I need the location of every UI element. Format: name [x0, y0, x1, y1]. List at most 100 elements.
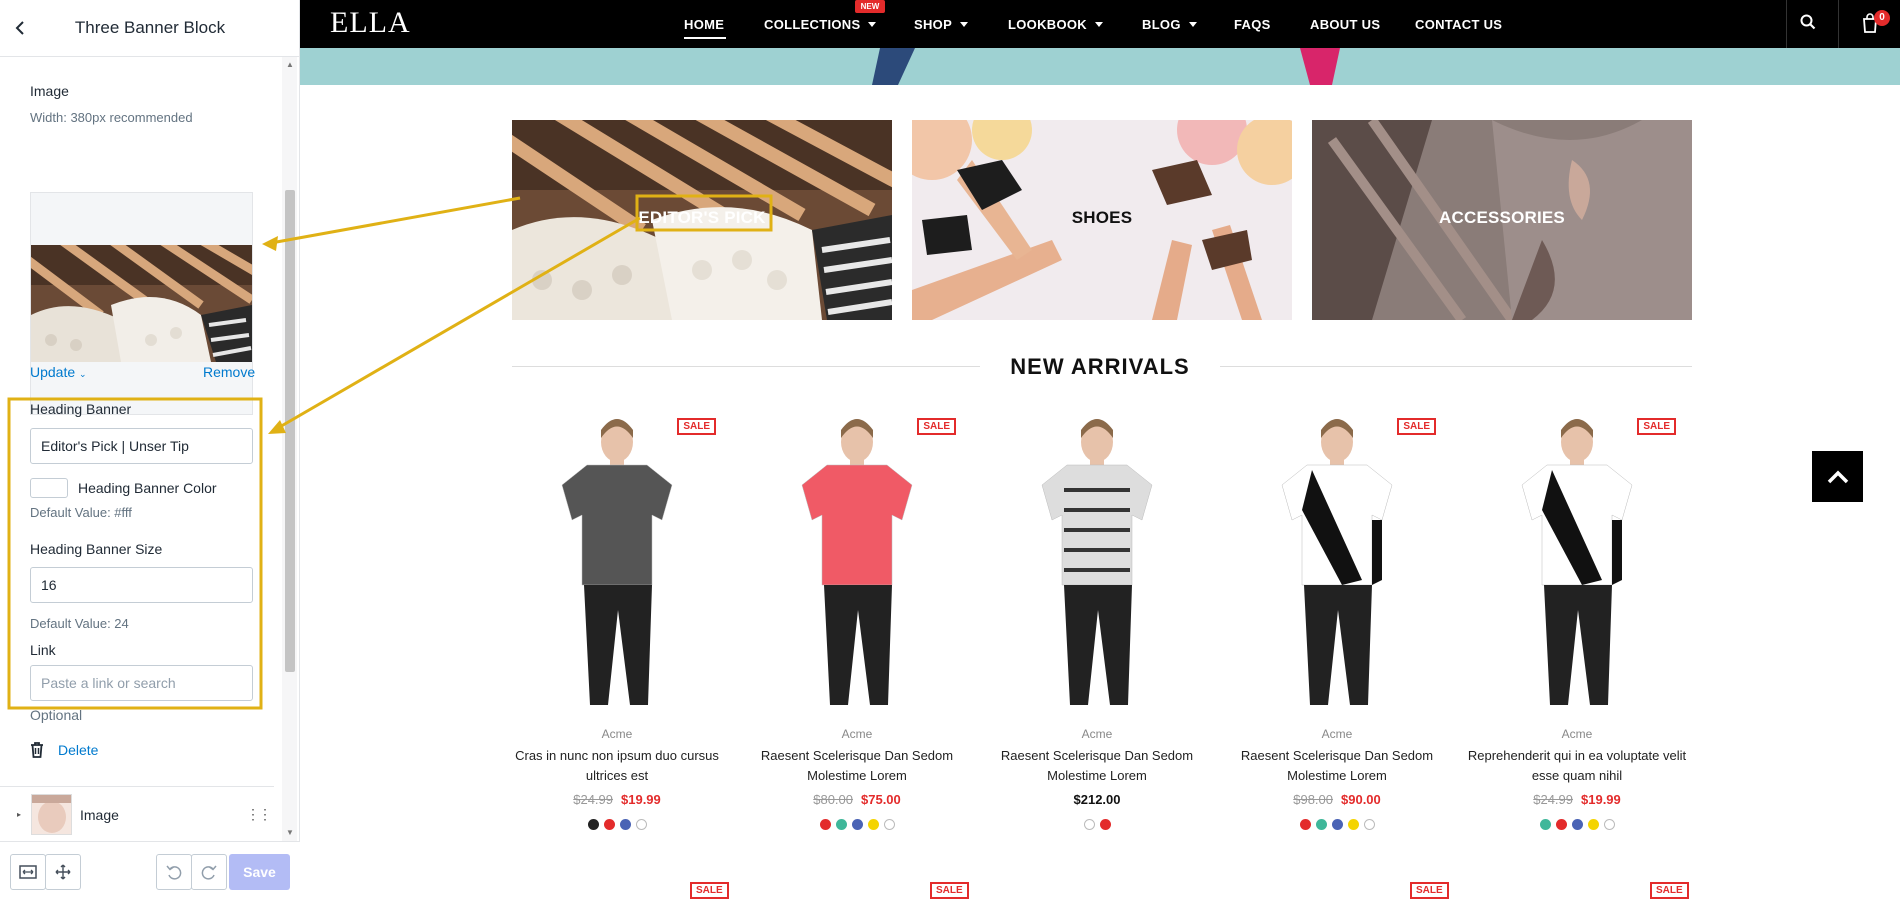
color-swatch[interactable]: [1571, 819, 1583, 830]
color-swatch[interactable]: [835, 819, 847, 830]
compare-price: $24.99: [573, 792, 613, 807]
product-card[interactable]: SALE Acme Reprehenderit qui in ea voluptat…: [1468, 410, 1686, 840]
banner-editors-pick[interactable]: EDITOR'S PICK: [512, 120, 892, 320]
product-title[interactable]: Reprehenderit qui in ea voluptate velit …: [1466, 746, 1688, 786]
panel-scrollbar[interactable]: ▲ ▼: [282, 57, 297, 841]
caret-down-icon: [1188, 22, 1197, 27]
color-swatch[interactable]: [1315, 819, 1327, 830]
color-swatch[interactable]: [883, 819, 895, 830]
product-card[interactable]: SALE Acme Raesent Scelerisque Dan Sedom Mo…: [1232, 410, 1442, 840]
nav-blog-label: BLOG: [1142, 17, 1181, 32]
back-to-top-button[interactable]: [1812, 451, 1863, 502]
search-icon[interactable]: [1800, 14, 1816, 35]
nav-divider: [1838, 0, 1839, 48]
remove-image-button[interactable]: Remove: [203, 364, 255, 380]
heading-size-label: Heading Banner Size: [30, 541, 163, 557]
banner-label: EDITOR'S PICK: [638, 208, 766, 227]
product-image[interactable]: [992, 410, 1202, 710]
update-image-button[interactable]: Update ⌄: [30, 364, 87, 380]
image-thumbnail: [31, 245, 252, 362]
product-image[interactable]: [1472, 410, 1682, 710]
back-button[interactable]: [0, 0, 40, 57]
section-title: NEW ARRIVALS: [1010, 354, 1190, 379]
heading-banner-color-swatch[interactable]: [30, 478, 68, 498]
image-preview[interactable]: [30, 192, 253, 415]
product-title[interactable]: Raesent Scelerisque Dan Sedom Molestime …: [746, 746, 968, 786]
drag-handle-icon[interactable]: ⋮⋮: [246, 806, 272, 823]
sale-badge: SALE: [1650, 882, 1689, 899]
inspector-button[interactable]: [45, 854, 81, 890]
color-swatch[interactable]: [603, 819, 615, 830]
color-swatch[interactable]: [1539, 819, 1551, 830]
store-logo[interactable]: ELLA: [330, 6, 411, 40]
color-swatch[interactable]: [635, 819, 647, 830]
delete-block-button[interactable]: Delete: [30, 742, 98, 758]
product-title[interactable]: Raesent Scelerisque Dan Sedom Molestime …: [1226, 746, 1448, 786]
save-button[interactable]: Save: [229, 854, 290, 890]
sale-price: $19.99: [621, 792, 661, 807]
nav-blog[interactable]: BLOG: [1142, 17, 1197, 32]
sale-price: $90.00: [1341, 792, 1381, 807]
product-image[interactable]: [512, 410, 722, 710]
nav-about-us[interactable]: ABOUT US: [1310, 17, 1380, 32]
product-card[interactable]: SALE Acme Raesent Scelerisque Dan Sedom Mo…: [752, 410, 962, 840]
product-vendor: Acme: [1321, 727, 1353, 741]
image-help-text: Width: 380px recommended: [30, 110, 193, 125]
product-vendor: Acme: [841, 727, 873, 741]
color-swatch[interactable]: [1083, 819, 1095, 830]
color-swatch[interactable]: [1299, 819, 1311, 830]
color-swatch[interactable]: [1555, 819, 1567, 830]
color-swatch[interactable]: [1331, 819, 1343, 830]
color-swatch[interactable]: [619, 819, 631, 830]
section-divider-right: [1220, 366, 1692, 367]
banner-accessories[interactable]: ACCESSORIES: [1312, 120, 1692, 320]
new-badge: NEW: [855, 0, 885, 13]
color-swatch[interactable]: [587, 819, 599, 830]
scroll-thumb[interactable]: [285, 190, 295, 672]
chevron-down-icon: ⌄: [79, 369, 87, 379]
undo-button[interactable]: [156, 854, 192, 890]
color-swatch[interactable]: [1603, 819, 1615, 830]
nav-collections[interactable]: COLLECTIONS: [764, 17, 877, 32]
banner-shoes[interactable]: SHOES: [912, 120, 1292, 320]
caret-down-icon: [868, 22, 877, 27]
trash-icon: [31, 742, 43, 758]
nav-home[interactable]: HOME: [684, 17, 724, 32]
nav-faqs[interactable]: FAQS: [1234, 17, 1271, 32]
color-swatch[interactable]: [851, 819, 863, 830]
color-swatch[interactable]: [819, 819, 831, 830]
product-image[interactable]: [752, 410, 962, 710]
heading-size-input[interactable]: 16: [30, 567, 253, 603]
redo-button[interactable]: [191, 854, 227, 890]
color-swatch[interactable]: [1347, 819, 1359, 830]
store-preview: ELLA HOME COLLECTIONS NEW SHOP LOOKBOOK …: [300, 0, 1900, 901]
color-swatch[interactable]: [1587, 819, 1599, 830]
chevron-left-icon: [15, 21, 24, 35]
sale-price: $75.00: [861, 792, 901, 807]
product-title[interactable]: Raesent Scelerisque Dan Sedom Molestime …: [986, 746, 1208, 786]
hero-slideshow[interactable]: [300, 48, 1900, 85]
color-swatch[interactable]: [1099, 819, 1111, 830]
color-swatch[interactable]: [1363, 819, 1375, 830]
product-card[interactable]: Acme Raesent Scelerisque Dan Sedom Molest…: [992, 410, 1202, 840]
nav-lookbook[interactable]: LOOKBOOK: [1008, 17, 1103, 32]
scroll-down-icon[interactable]: ▼: [285, 828, 295, 838]
color-swatches: [992, 819, 1202, 830]
image-label: Image: [30, 83, 69, 99]
nav-lookbook-label: LOOKBOOK: [1008, 17, 1087, 32]
image-block-item[interactable]: ▸ Image ⋮⋮: [0, 786, 274, 841]
caret-down-icon: [960, 22, 969, 27]
toggle-width-button[interactable]: [10, 854, 46, 890]
heading-banner-input[interactable]: Editor's Pick | Unser Tip: [30, 428, 253, 464]
product-card[interactable]: SALE Acme Cras in nunc non ipsum duo cursu…: [512, 410, 722, 840]
store-nav: ELLA HOME COLLECTIONS NEW SHOP LOOKBOOK …: [300, 0, 1900, 48]
product-image[interactable]: [1232, 410, 1442, 710]
product-vendor: Acme: [1561, 727, 1593, 741]
nav-contact-us[interactable]: CONTACT US: [1415, 17, 1502, 32]
scroll-up-icon[interactable]: ▲: [285, 60, 295, 70]
link-input[interactable]: Paste a link or search: [30, 665, 253, 701]
nav-shop[interactable]: SHOP: [914, 17, 969, 32]
product-title[interactable]: Cras in nunc non ipsum duo cursus ultric…: [506, 746, 728, 786]
app-root: Three Banner Block Image Width: 380px re…: [0, 0, 1900, 901]
color-swatch[interactable]: [867, 819, 879, 830]
